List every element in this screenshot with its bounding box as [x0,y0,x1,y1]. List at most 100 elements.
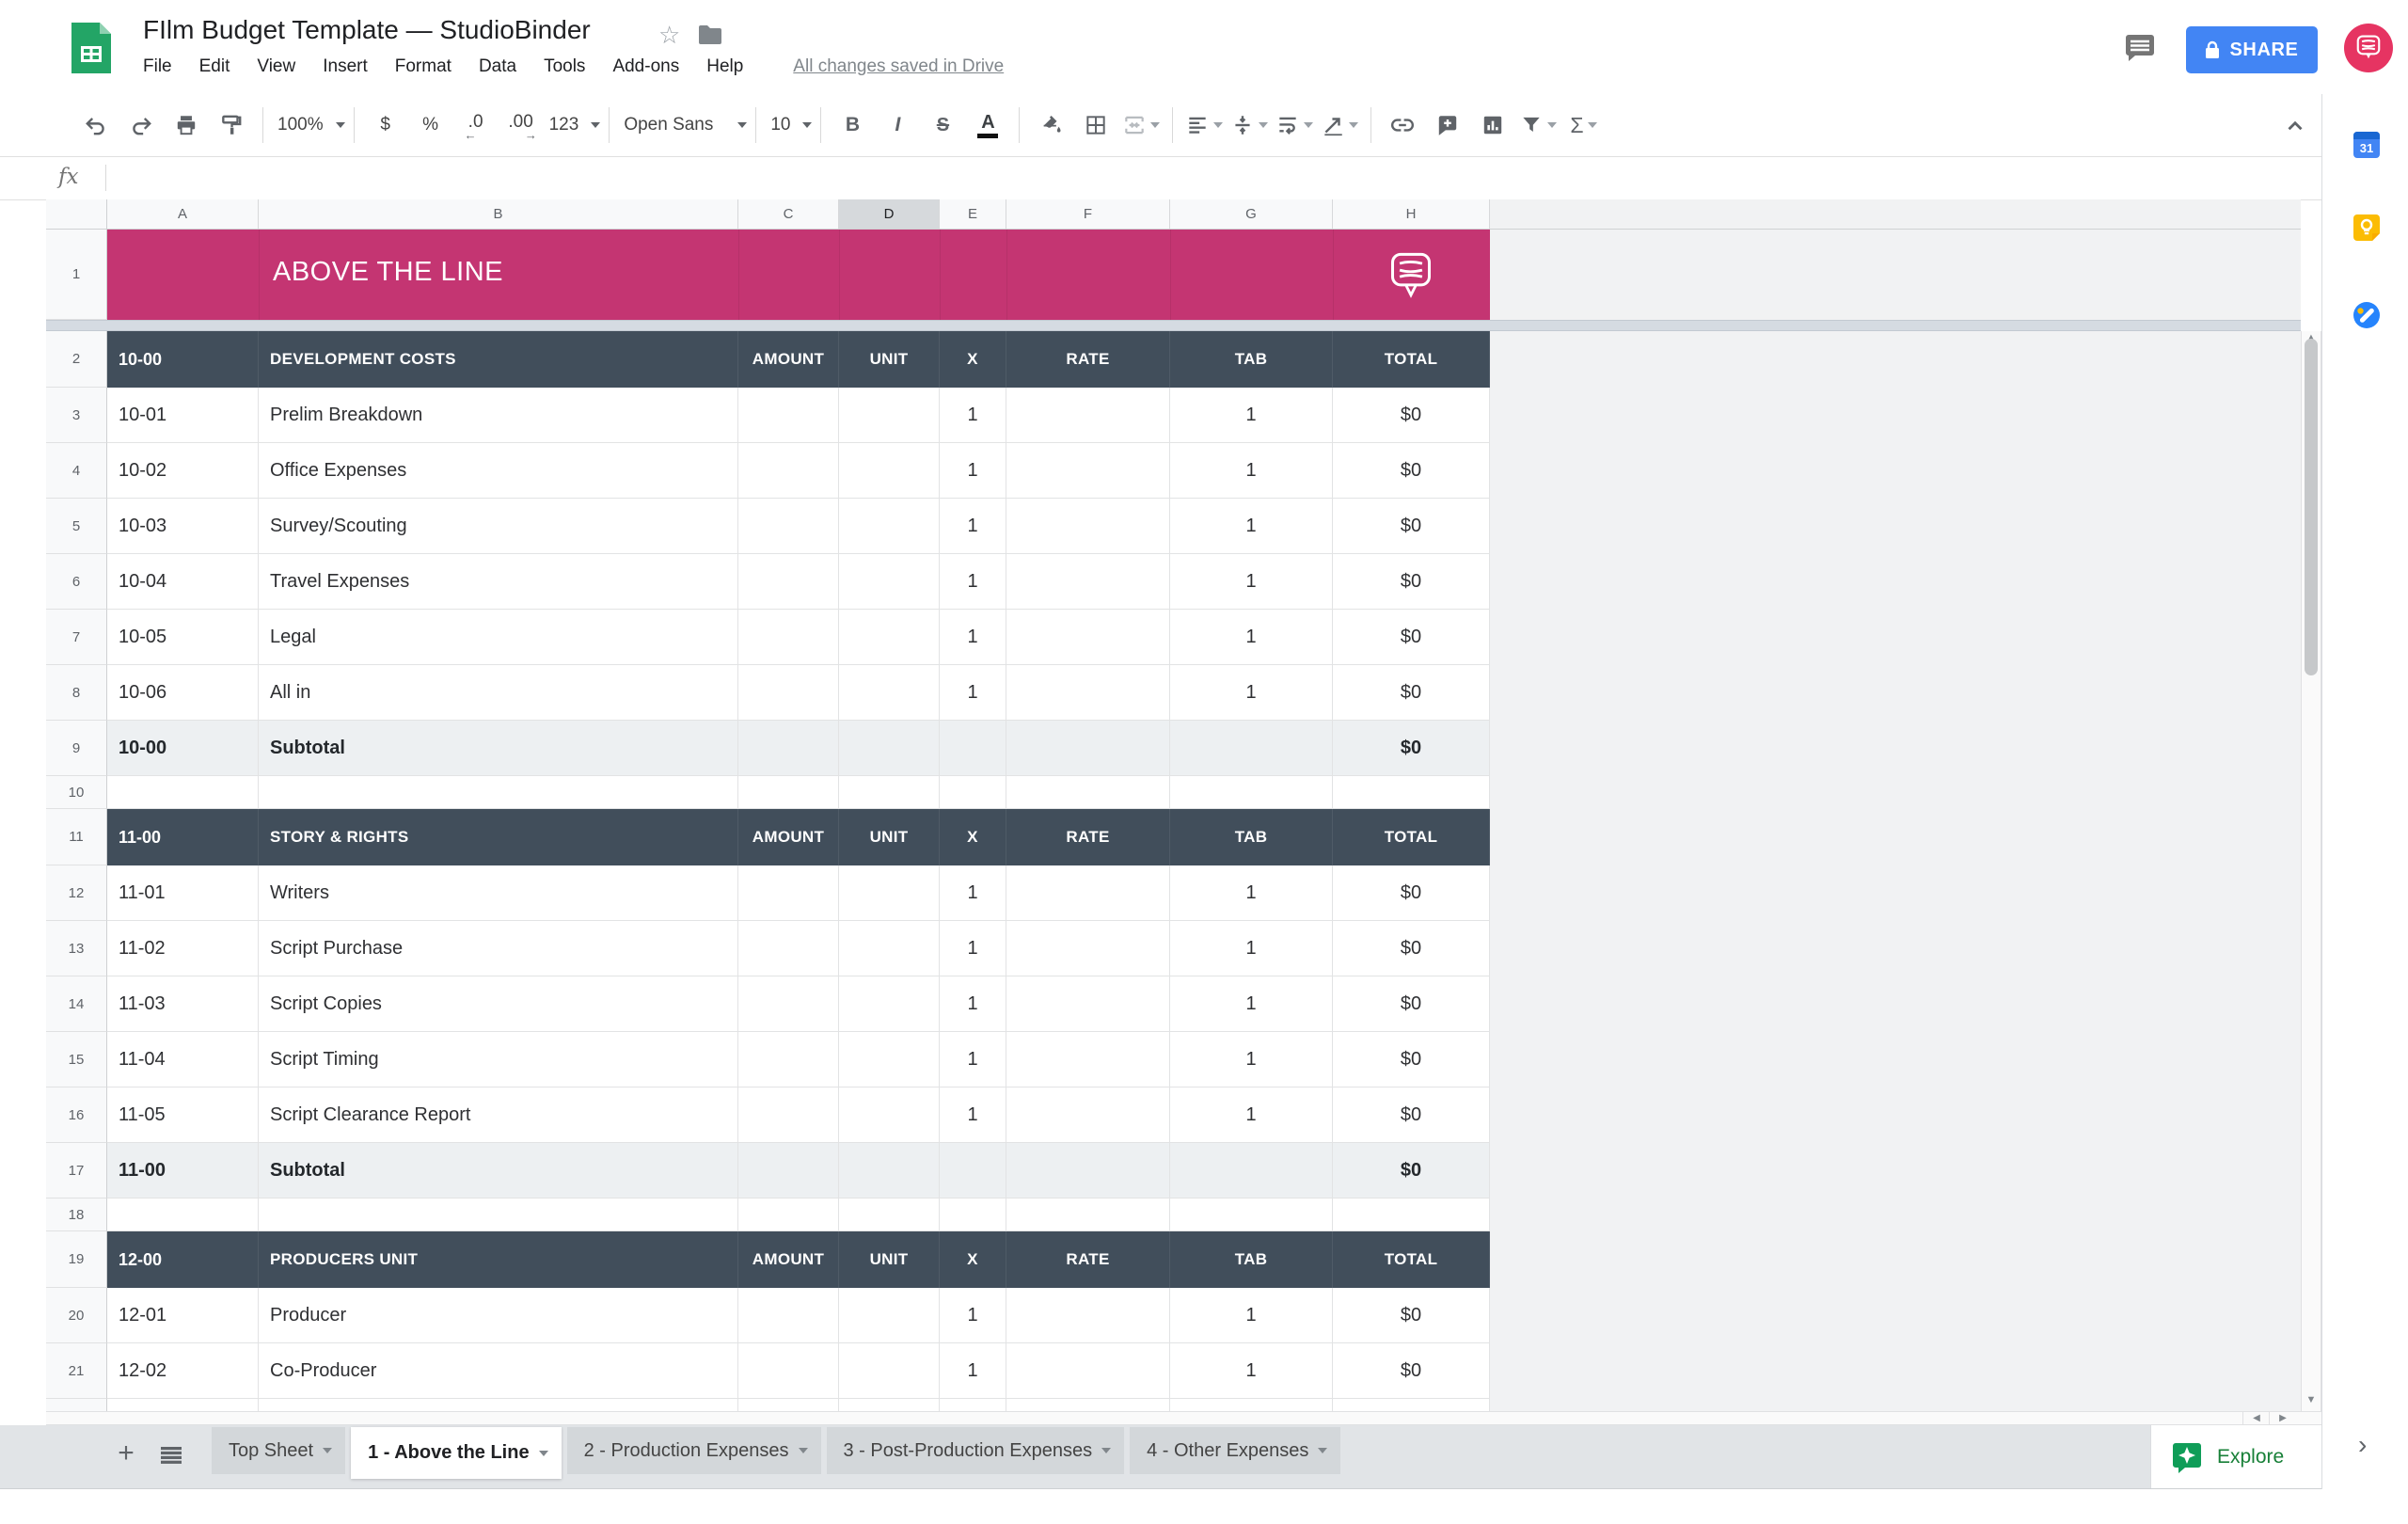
cell-E20[interactable]: 1 [940,1288,1006,1343]
cell-G16[interactable]: 1 [1170,1087,1333,1143]
cell-B2[interactable]: DEVELOPMENT COSTS [259,331,738,388]
chevron-down-icon[interactable] [1318,1448,1327,1453]
row-header-13[interactable]: 13 [46,921,107,976]
all-sheets-menu-button[interactable] [152,1438,190,1472]
cell-E4[interactable]: 1 [940,443,1006,499]
row-header-8[interactable]: 8 [46,665,107,721]
cell-A2[interactable]: 10-00 [107,331,259,388]
paint-format-button[interactable] [209,103,254,148]
cell-B10[interactable] [259,776,738,809]
cell-C13[interactable] [738,921,839,976]
filter-button[interactable] [1515,103,1560,148]
row-header-21[interactable]: 21 [46,1343,107,1399]
column-header-E[interactable]: E [940,199,1006,229]
cell-E17[interactable] [940,1143,1006,1199]
format-currency-button[interactable]: $ [363,103,408,148]
cell-F14[interactable] [1006,976,1170,1032]
increase-decimal-button[interactable]: .00→ [499,103,544,148]
cell-G2[interactable]: TAB [1170,331,1333,388]
cell-F10[interactable] [1006,776,1170,809]
cell-F7[interactable] [1006,610,1170,665]
column-header-B[interactable]: B [259,199,738,229]
cell-B12[interactable]: Writers [259,865,738,921]
sheet-tab-1-above-the-line[interactable]: 1 - Above the Line [351,1427,562,1479]
cell-C17[interactable] [738,1143,839,1199]
vertical-scrollbar[interactable]: ▲ ▼ [2301,331,2321,1411]
cell-H6[interactable]: $0 [1333,554,1490,610]
insert-link-button[interactable] [1380,103,1425,148]
menu-data[interactable]: Data [479,56,516,77]
horizontal-align-button[interactable] [1181,103,1227,148]
cell-D16[interactable] [839,1087,940,1143]
redo-button[interactable] [119,103,164,148]
cell-C6[interactable] [738,554,839,610]
cell-F8[interactable] [1006,665,1170,721]
banner-row[interactable]: ABOVE THE LINE [107,230,1490,320]
number-format[interactable]: 123 [544,103,601,148]
cell-E11[interactable]: X [940,809,1006,865]
cell-C14[interactable] [738,976,839,1032]
italic-button[interactable]: I [875,103,920,148]
cell-E19[interactable]: X [940,1231,1006,1288]
cell-B15[interactable]: Script Timing [259,1032,738,1087]
font-size-select[interactable]: 10 [765,103,812,148]
borders-button[interactable] [1073,103,1118,148]
row-header-17[interactable]: 17 [46,1143,107,1199]
cell-H16[interactable]: $0 [1333,1087,1490,1143]
print-button[interactable] [164,103,209,148]
cell-D9[interactable] [839,721,940,776]
cell-C3[interactable] [738,388,839,443]
column-header-A[interactable]: A [107,199,259,229]
row-header-16[interactable]: 16 [46,1087,107,1143]
cell-C15[interactable] [738,1032,839,1087]
cell-F6[interactable] [1006,554,1170,610]
cell-C8[interactable] [738,665,839,721]
cell-D5[interactable] [839,499,940,554]
cell-A19[interactable]: 12-00 [107,1231,259,1288]
cell-H12[interactable]: $0 [1333,865,1490,921]
sheet-tab-4-other-expenses[interactable]: 4 - Other Expenses [1130,1427,1340,1474]
cell-F13[interactable] [1006,921,1170,976]
cell-F12[interactable] [1006,865,1170,921]
cell-H8[interactable]: $0 [1333,665,1490,721]
cell-B16[interactable]: Script Clearance Report [259,1087,738,1143]
cell-E21[interactable]: 1 [940,1343,1006,1399]
cell-F16[interactable] [1006,1087,1170,1143]
expand-side-panel-chevron[interactable]: › [2358,1430,2367,1460]
explore-button[interactable]: Explore [2150,1425,2321,1488]
undo-button[interactable] [73,103,119,148]
cell-B20[interactable]: Producer [259,1288,738,1343]
sheet-tab-top-sheet[interactable]: Top Sheet [212,1427,345,1474]
cell-A13[interactable]: 11-02 [107,921,259,976]
cell-H15[interactable]: $0 [1333,1032,1490,1087]
cell-G15[interactable]: 1 [1170,1032,1333,1087]
cell-D20[interactable] [839,1288,940,1343]
cell-B9[interactable]: Subtotal [259,721,738,776]
menu-tools[interactable]: Tools [544,56,585,77]
cell-C5[interactable] [738,499,839,554]
row-header-6[interactable]: 6 [46,554,107,610]
cell-C9[interactable] [738,721,839,776]
chevron-down-icon[interactable] [323,1448,332,1453]
cell-D8[interactable] [839,665,940,721]
cell-G9[interactable] [1170,721,1333,776]
row-header-15[interactable]: 15 [46,1032,107,1087]
cell-F5[interactable] [1006,499,1170,554]
font-family-select[interactable]: Open Sans [618,103,747,148]
cell-F4[interactable] [1006,443,1170,499]
star-icon[interactable]: ☆ [658,21,680,50]
decrease-decimal-button[interactable]: .0← [453,103,499,148]
frozen-row-divider[interactable] [46,320,2301,331]
cell-H11[interactable]: TOTAL [1333,809,1490,865]
cell-A5[interactable]: 10-03 [107,499,259,554]
menu-help[interactable]: Help [706,56,743,77]
row-header-9[interactable]: 9 [46,721,107,776]
cell-G8[interactable]: 1 [1170,665,1333,721]
cell-H19[interactable]: TOTAL [1333,1231,1490,1288]
insert-comment-button[interactable] [1425,103,1470,148]
sheet-tab-3-post-production-expenses[interactable]: 3 - Post-Production Expenses [827,1427,1125,1474]
cell-C10[interactable] [738,776,839,809]
cell-D13[interactable] [839,921,940,976]
cell-G14[interactable]: 1 [1170,976,1333,1032]
cell-B13[interactable]: Script Purchase [259,921,738,976]
